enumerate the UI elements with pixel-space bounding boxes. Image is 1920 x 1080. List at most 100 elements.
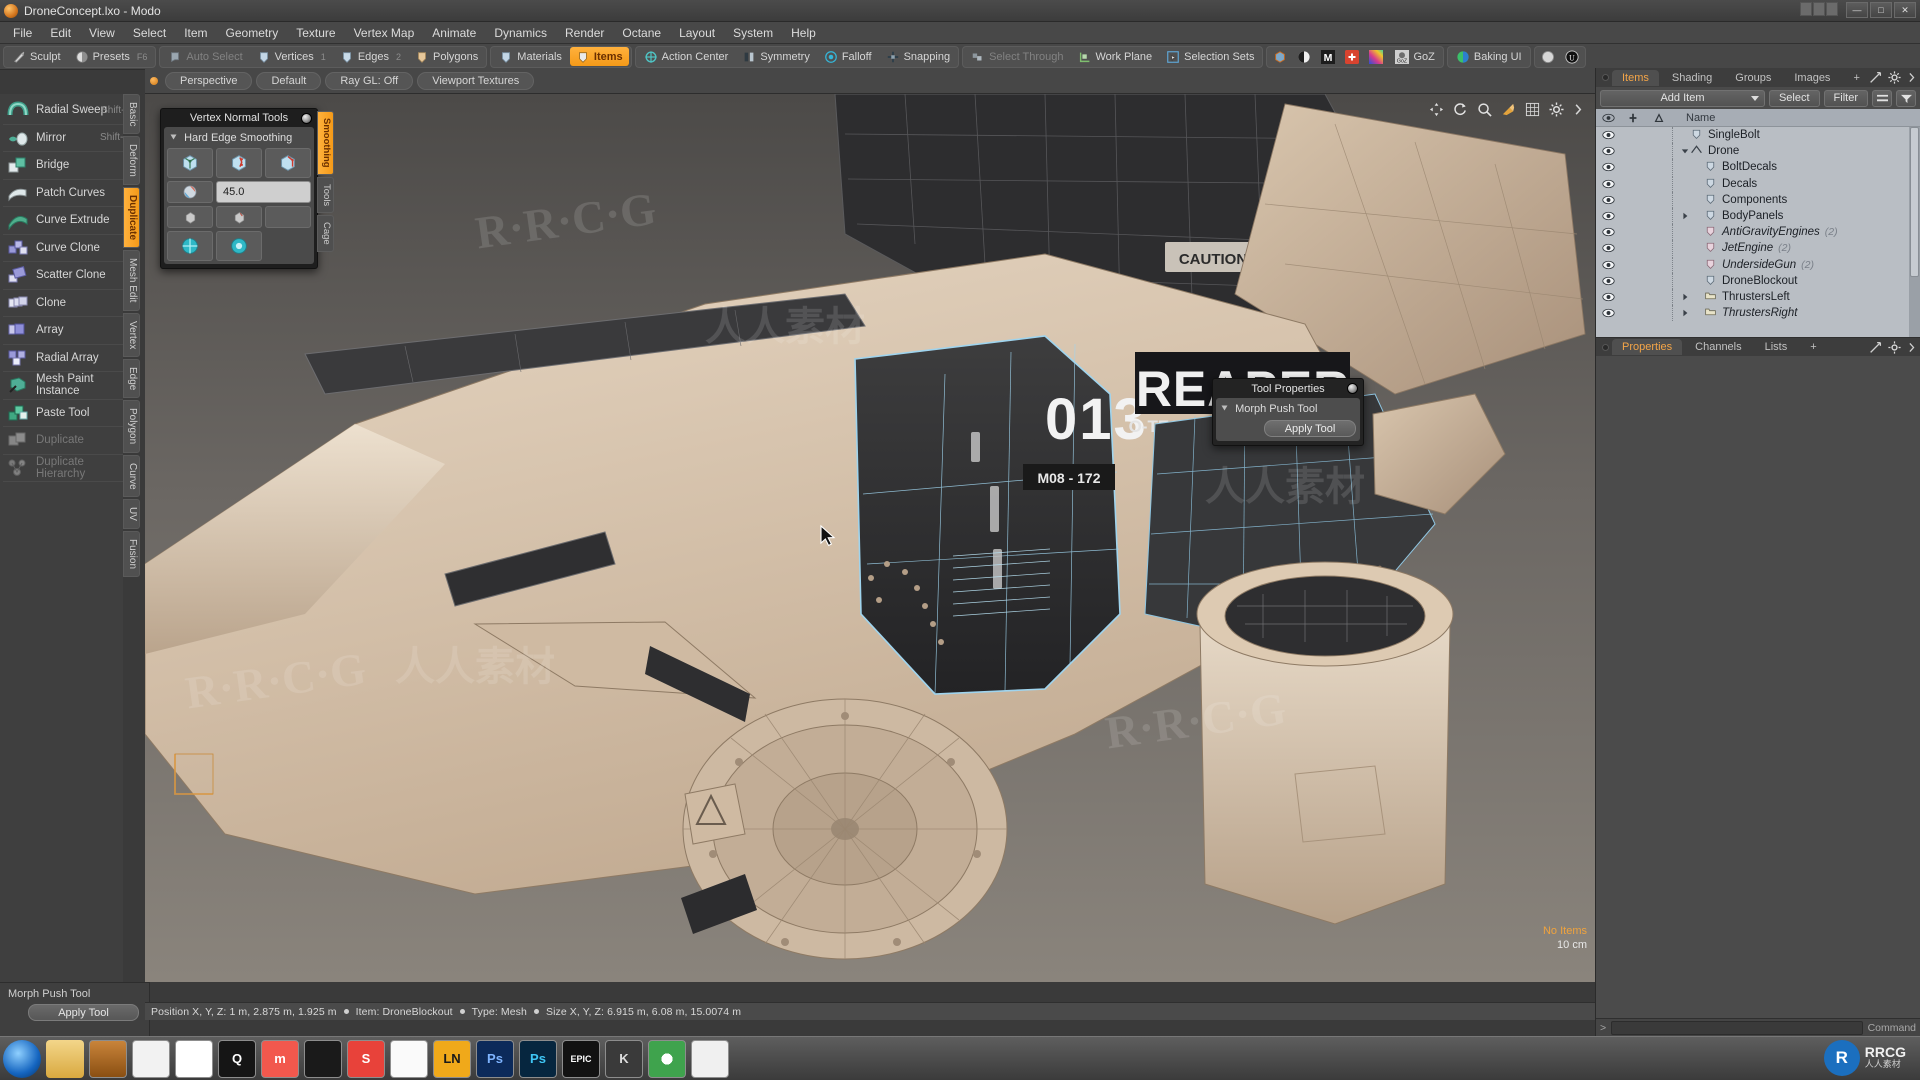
twist-closed-icon[interactable] (1679, 212, 1690, 220)
vnt-section-header[interactable]: Hard Edge Smoothing (167, 130, 311, 148)
vnt-btn-teal-a[interactable] (167, 231, 213, 261)
snapping-button[interactable]: Snapping (880, 47, 957, 66)
item-list-row[interactable]: DroneBlockout (1596, 272, 1920, 289)
vnt-btn-hard-edge[interactable] (216, 148, 262, 178)
tool-properties-section[interactable]: Morph Push Tool (1220, 402, 1356, 420)
menu-edit[interactable]: Edit (41, 23, 80, 43)
work-plane-button[interactable]: Work Plane (1072, 47, 1159, 66)
tool-properties-panel[interactable]: Tool Properties Morph Push Tool Apply To… (1212, 378, 1364, 446)
menu-system[interactable]: System (724, 23, 782, 43)
vtab-curve[interactable]: Curve (123, 454, 140, 498)
properties-menu-dot[interactable] (1602, 343, 1609, 351)
list-options-icon[interactable] (1872, 89, 1892, 107)
tab-add[interactable]: + (1843, 70, 1869, 86)
tab-items[interactable]: Items (1612, 69, 1659, 86)
item-name-cell[interactable]: BodyPanels (1690, 208, 1783, 224)
taskbar-modo[interactable] (89, 1039, 127, 1078)
tab-lower-add[interactable]: + (1800, 339, 1826, 355)
goz-button[interactable]: GoZ GoZ (1389, 47, 1440, 66)
item-list-row[interactable]: UndersideGun (2) (1596, 256, 1920, 273)
sculpt-button[interactable]: Sculpt (6, 47, 67, 66)
right-panel-menu-dot[interactable] (1602, 74, 1609, 81)
tool-scatter-clone[interactable]: Scatter Clone (3, 262, 136, 290)
menu-vertex-map[interactable]: Vertex Map (345, 23, 424, 43)
item-name-cell[interactable]: BoltDecals (1690, 159, 1777, 175)
select-button[interactable]: Select (1768, 89, 1820, 107)
tool-mirror[interactable]: Mirror Shift-V (3, 125, 136, 152)
vnt-tab-tools[interactable]: Tools (317, 176, 334, 213)
tab-channels[interactable]: Channels (1685, 339, 1751, 355)
tool-radial-sweep[interactable]: Radial Sweep Shift-L (3, 97, 136, 125)
item-list-row[interactable]: Decals (1596, 175, 1920, 192)
item-list-row[interactable]: Drone (1596, 143, 1920, 160)
expand-icon[interactable] (1869, 341, 1882, 354)
viewport-tab-raygl[interactable]: Ray GL: Off (325, 71, 414, 90)
item-name-cell[interactable]: Decals (1690, 176, 1757, 192)
maximize-button[interactable]: □ (1870, 2, 1892, 18)
auto-select-button[interactable]: Auto Select (162, 47, 248, 66)
taskbar-marmoset[interactable]: m (261, 1039, 299, 1078)
item-visibility-toggle[interactable] (1596, 195, 1620, 205)
tab-properties[interactable]: Properties (1612, 339, 1683, 355)
item-name-cell[interactable]: SingleBolt (1690, 127, 1760, 143)
item-name-cell[interactable]: DroneBlockout (1690, 273, 1797, 289)
scrollbar-thumb[interactable] (1910, 127, 1919, 277)
item-visibility-toggle[interactable] (1596, 211, 1620, 221)
menu-geometry[interactable]: Geometry (217, 23, 288, 43)
taskbar-epic-games[interactable]: EPIC (562, 1039, 600, 1078)
item-visibility-toggle[interactable] (1596, 292, 1620, 302)
item-visibility-toggle[interactable] (1596, 308, 1620, 318)
tool-curve-extrude[interactable]: Curve Extrude (3, 207, 136, 235)
item-visibility-toggle[interactable] (1596, 130, 1620, 140)
vnt-btn-plain-a[interactable] (167, 206, 213, 228)
morph-dock-apply-button[interactable]: Apply Tool (28, 1004, 139, 1021)
menu-select[interactable]: Select (124, 23, 175, 43)
taskbar-keyshot[interactable]: K (605, 1039, 643, 1078)
menu-help[interactable]: Help (782, 23, 825, 43)
viewport-tab-default[interactable]: Default (256, 71, 322, 90)
viewport-menu-dot[interactable] (150, 76, 158, 85)
item-list-row[interactable]: Components (1596, 191, 1920, 208)
gear-icon[interactable] (1549, 102, 1564, 117)
tool-paste-tool[interactable]: Paste Tool (3, 400, 136, 427)
vnt-btn-soft-edge[interactable] (265, 148, 311, 178)
taskbar-steam[interactable] (175, 1039, 213, 1078)
materials-button[interactable]: Materials (493, 47, 568, 66)
move-icon[interactable] (1501, 102, 1516, 117)
polygons-button[interactable]: Polygons (409, 47, 484, 66)
unreal-icon[interactable]: U (1561, 47, 1583, 66)
filter-funnel-icon[interactable] (1896, 89, 1916, 107)
item-list[interactable]: Name SingleBolt Drone BoltDecals Decals Comp… (1596, 109, 1920, 337)
menu-item[interactable]: Item (175, 23, 216, 43)
taskbar-quixel[interactable]: Q (218, 1039, 256, 1078)
pan-icon[interactable] (1429, 102, 1444, 117)
tool-radial-array[interactable]: Radial Array (3, 345, 136, 372)
vtab-polygon[interactable]: Polygon (123, 400, 140, 453)
taskbar-start-orb[interactable] (3, 1039, 41, 1078)
tool-bridge[interactable]: Bridge (3, 152, 136, 180)
tool-array[interactable]: Array (3, 317, 136, 345)
vnt-btn-angle[interactable] (167, 181, 213, 203)
close-button[interactable]: ✕ (1894, 2, 1916, 18)
edges-button[interactable]: Edges 2 (334, 47, 407, 66)
vtab-edge[interactable]: Edge (123, 359, 140, 399)
extra-btn-2[interactable] (1813, 2, 1825, 16)
falloff-button[interactable]: Falloff (818, 47, 878, 66)
tab-shading[interactable]: Shading (1662, 70, 1722, 86)
item-list-row[interactable]: ThrustersLeft (1596, 288, 1920, 305)
item-list-row[interactable]: BodyPanels (1596, 208, 1920, 225)
taskbar-zbrush[interactable] (132, 1039, 170, 1078)
taskbar-photoshop-1[interactable]: Ps (476, 1039, 514, 1078)
item-list-row[interactable]: BoltDecals (1596, 159, 1920, 176)
menu-texture[interactable]: Texture (287, 23, 344, 43)
taskbar-substance-designer[interactable]: S (347, 1039, 385, 1078)
viewport-tab-textures[interactable]: Viewport Textures (417, 71, 535, 90)
taskbar-quixel-bridge[interactable] (390, 1039, 428, 1078)
item-visibility-toggle[interactable] (1596, 146, 1620, 156)
menu-render[interactable]: Render (556, 23, 613, 43)
symmetry-button[interactable]: Symmetry (736, 47, 816, 66)
vtab-uv[interactable]: UV (123, 499, 140, 530)
sphere-grey-icon[interactable] (1537, 47, 1559, 66)
item-name-cell[interactable]: JetEngine (2) (1690, 240, 1791, 256)
menu-octane[interactable]: Octane (613, 23, 670, 43)
